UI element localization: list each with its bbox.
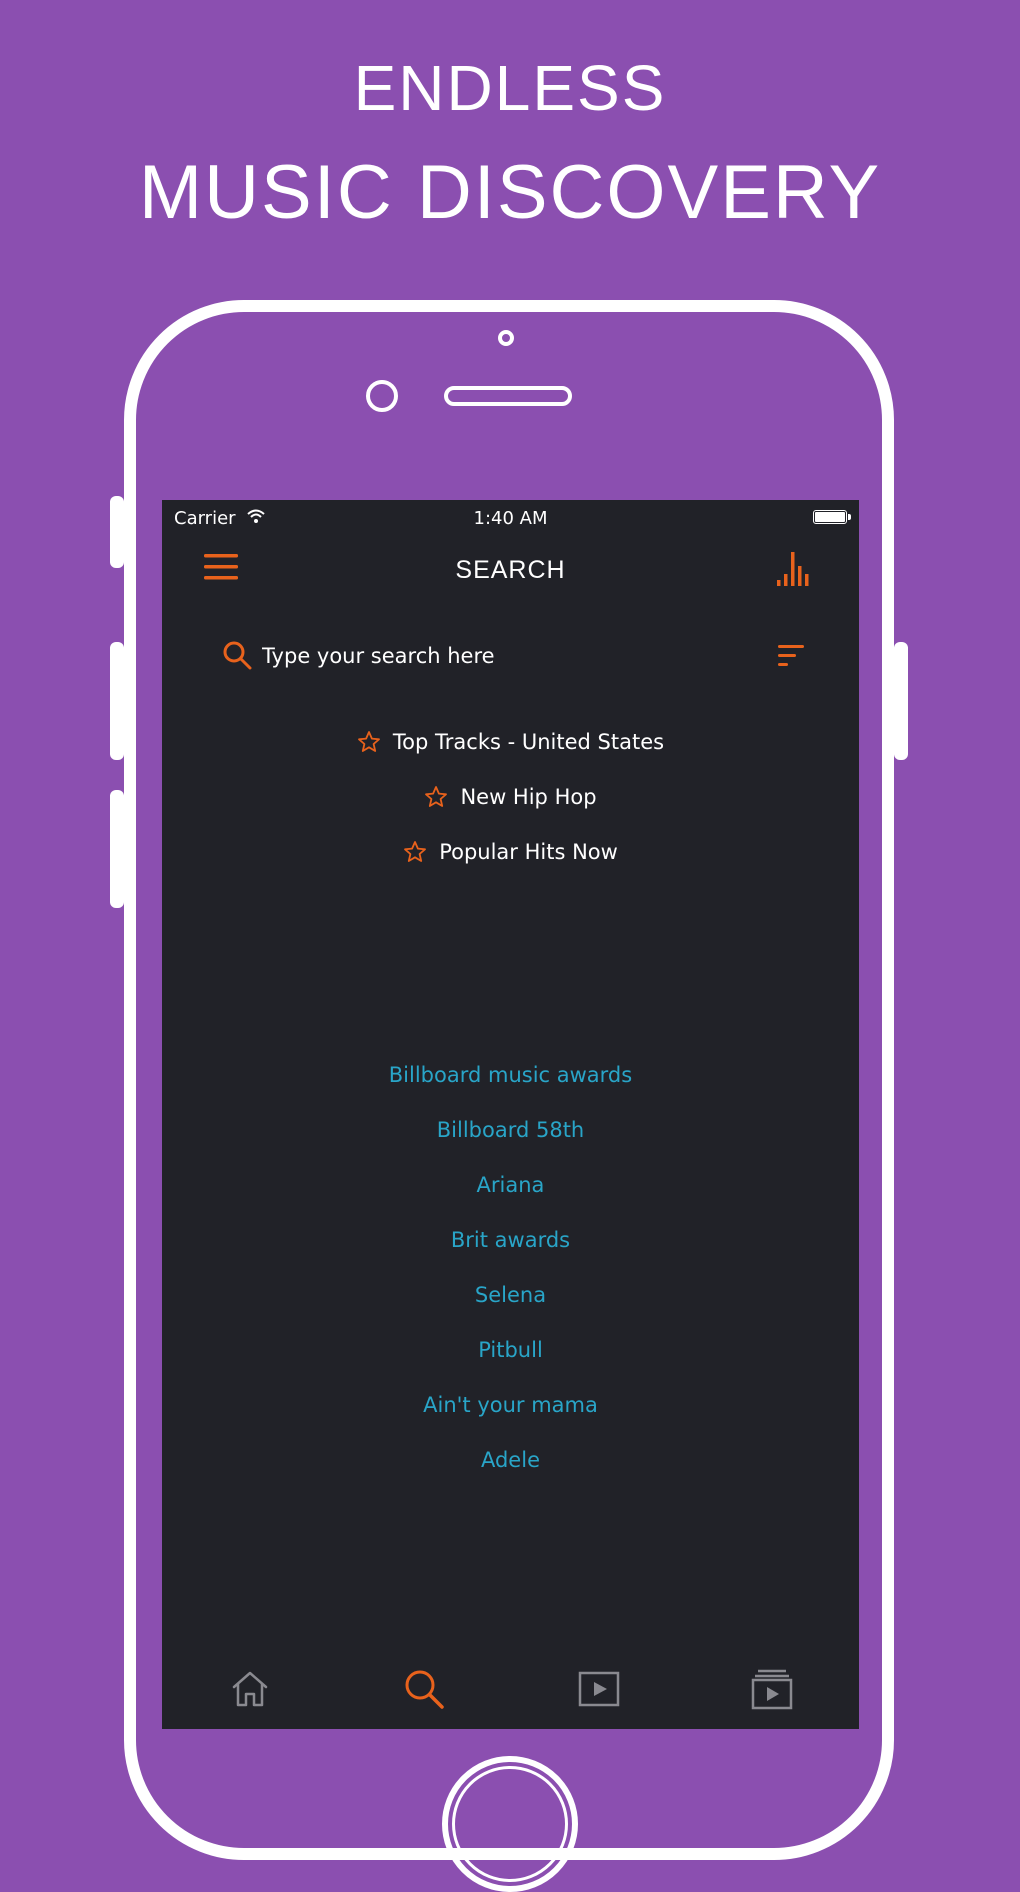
tab-home-icon[interactable] <box>228 1667 272 1711</box>
trending-search-link[interactable]: Billboard music awards <box>162 1048 859 1103</box>
tab-video-icon[interactable] <box>577 1667 621 1711</box>
search-bar <box>222 636 812 676</box>
filter-icon[interactable] <box>776 642 806 670</box>
trending-search-link[interactable]: Ain't your mama <box>162 1378 859 1433</box>
app-screen: Carrier 1:40 AM SEARCH Type your search … <box>162 500 859 1729</box>
trending-searches-list: Billboard music awards Billboard 58th Ar… <box>162 1048 859 1488</box>
tab-search-icon[interactable] <box>402 1667 446 1711</box>
star-icon <box>425 785 448 807</box>
favorite-label: Popular Hits Now <box>439 839 618 864</box>
tab-bar <box>162 1649 859 1729</box>
tab-playlist-icon[interactable] <box>750 1667 794 1711</box>
promo-headline-line1: ENDLESS <box>353 52 667 124</box>
phone-home-button-ring <box>452 1766 568 1882</box>
status-bar: Carrier 1:40 AM <box>162 500 859 536</box>
phone-front-camera <box>366 380 398 412</box>
favorite-item-popular-hits[interactable]: Popular Hits Now <box>162 824 859 879</box>
equalizer-icon[interactable] <box>775 548 815 588</box>
phone-power-button <box>894 642 908 760</box>
favorites-list: Top Tracks - United States New Hip Hop P… <box>162 714 859 879</box>
page-title: SEARCH <box>455 556 566 584</box>
status-time: 1:40 AM <box>473 508 548 529</box>
star-icon <box>358 730 380 752</box>
favorite-label: Top Tracks - United States <box>392 729 665 754</box>
nav-bar: SEARCH <box>162 536 859 606</box>
favorite-item-new-hip-hop[interactable]: New Hip Hop <box>162 769 859 824</box>
phone-sensor <box>498 330 514 346</box>
trending-search-link[interactable]: Adele <box>162 1433 859 1488</box>
search-input[interactable] <box>262 638 722 674</box>
battery-tip <box>848 514 851 520</box>
battery-icon <box>813 510 847 524</box>
trending-search-link[interactable]: Brit awards <box>162 1213 859 1268</box>
trending-search-link[interactable]: Selena <box>162 1268 859 1323</box>
phone-volume-up <box>110 642 124 760</box>
trending-search-link[interactable]: Billboard 58th <box>162 1103 859 1158</box>
trending-search-link[interactable]: Pitbull <box>162 1323 859 1378</box>
search-icon <box>223 641 252 670</box>
promo-headline-line2: MUSIC DISCOVERY <box>138 150 882 235</box>
favorite-item-top-tracks[interactable]: Top Tracks - United States <box>162 714 859 769</box>
phone-earpiece <box>444 386 572 406</box>
trending-search-link[interactable]: Ariana <box>162 1158 859 1213</box>
star-icon <box>404 840 427 862</box>
phone-mute-switch <box>110 496 124 568</box>
phone-volume-down <box>110 790 124 908</box>
favorite-label: New Hip Hop <box>460 784 597 809</box>
